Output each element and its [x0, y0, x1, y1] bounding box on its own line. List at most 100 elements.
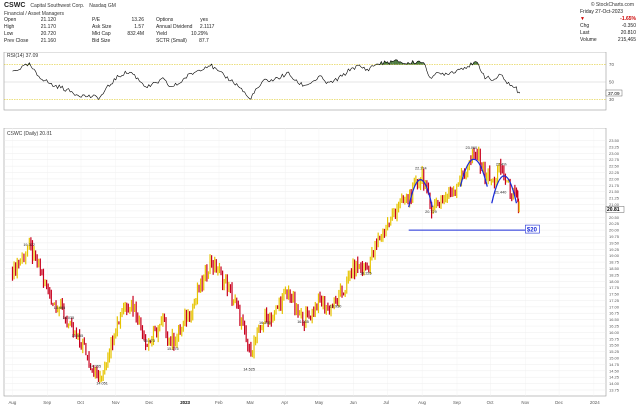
price-annotation: 15.555	[72, 334, 84, 338]
quote-right-value: 10.29%	[191, 31, 208, 37]
price-y-tick-label: 14.25	[609, 375, 620, 380]
price-y-tick-label: 14.00	[609, 381, 620, 386]
exchange: Nasdaq GM	[89, 3, 116, 9]
price-x-axis: Aug Sep Oct Nov Dec 2023 Feb Mar Apr May Jun Jul Aug…	[8, 400, 600, 405]
quote-left-row: Prev Close 21.160	[4, 38, 56, 45]
quote-col-mid3: Options yes Annual Dividend 2.1117 Yield 10.2…	[156, 17, 214, 45]
price-annotation: 14.255	[90, 365, 102, 369]
rsi-level-label: 70	[609, 62, 614, 67]
price-label: CSWC (Daily) 20.81	[7, 131, 52, 137]
quote-mid-value: 1.57	[134, 24, 144, 30]
price-y-tick-label: 22.75	[609, 157, 620, 162]
price-y-tick-label: 17.00	[609, 304, 620, 309]
quote-mid-row: Mkt Cap 832.4M	[92, 31, 144, 38]
quote-right-row: Yield 10.29%	[156, 31, 214, 38]
price-y-tick-label: 16.00	[609, 330, 620, 335]
price-y-tick-label: 14.50	[609, 368, 620, 373]
price-y-tick-label: 19.00	[609, 253, 620, 258]
price-x-tick-label: Nov	[521, 400, 530, 405]
price-annotation: 16.035	[63, 316, 75, 320]
price-annotation: 16.965	[54, 306, 66, 310]
price-y-tick-label: 18.25	[609, 272, 620, 277]
price-y-tick-label: 14.75	[609, 362, 620, 367]
price-y-tick-label: 22.25	[609, 170, 620, 175]
price-y-tick-label: 17.25	[609, 298, 620, 303]
quote-left-label: Open	[4, 17, 17, 23]
price-x-tick-label: Jul	[383, 400, 389, 405]
quote-mid-label: Ask Size	[92, 24, 112, 30]
price-badge-value: 20.81	[607, 207, 620, 213]
price-y-tick-label: 21.75	[609, 183, 620, 188]
price-x-tick-label: Aug	[418, 400, 426, 405]
price-annotation: 16.950	[330, 305, 342, 309]
quote-right-row: Options yes	[156, 17, 214, 24]
price-y-tick-label: 21.25	[609, 196, 620, 201]
price-annotation: 14.051	[96, 381, 108, 385]
volume-row: Volume 215,465	[580, 37, 636, 44]
quote-mid-label: P/E	[92, 17, 101, 23]
price-annotation: 16.255	[259, 321, 271, 325]
rsi-level-label: 30	[609, 97, 614, 102]
price-y-tick-label: 15.75	[609, 336, 620, 341]
quote-left-row: Open 21.120	[4, 17, 56, 24]
support-label: $20	[527, 228, 538, 234]
price-x-tick-label: 2023	[180, 400, 190, 405]
quote-right-label: Yield	[156, 31, 167, 37]
quote-mid-label: Bid Size	[92, 38, 111, 44]
rsi-label: RSI(14) 37.09	[7, 53, 38, 59]
quote-mid-row: Bid Size	[92, 38, 144, 45]
quote-right-value: 87.7	[199, 38, 209, 44]
quote-right-value: yes	[200, 17, 208, 23]
price-y-tick-label: 16.50	[609, 317, 620, 322]
price-x-tick-label: Sep	[453, 400, 461, 405]
quote-left-value: 21.160	[40, 38, 56, 44]
pct-change-row: ▼ -1.65%	[580, 16, 636, 23]
price-y-tick-label: 16.25	[609, 324, 620, 329]
price-x-tick-label: Apr	[281, 400, 288, 405]
chg-label: Chg	[580, 23, 590, 29]
right-quote: Friday 27-Oct-2023 ▼ -1.65% Chg -0.350 L…	[580, 9, 636, 44]
chg-row: Chg -0.350	[580, 23, 636, 30]
price-x-tick-label: May	[315, 400, 324, 405]
company-name: Capital Southwest Corp.	[30, 3, 85, 9]
price-annotation: 18.225	[360, 271, 372, 275]
price-x-tick-label: 2024	[590, 400, 600, 405]
quote-right-row: SCTR (Small) 87.7	[156, 38, 214, 45]
price-annotation: 15.473	[143, 339, 155, 343]
last-label: Last	[580, 30, 590, 36]
price-annotation: 14.525	[243, 367, 255, 371]
last-value: 20.810	[620, 30, 636, 36]
price-annotation: 21.440	[495, 191, 507, 195]
quote-right-label: SCTR (Small)	[156, 38, 187, 44]
price-annotation: 16.235	[297, 320, 309, 324]
price-annotation: 22.4%	[496, 163, 507, 167]
price-y-tick-label: 15.25	[609, 349, 620, 354]
price-y-tick-label: 20.50	[609, 215, 620, 220]
price-y-tick-label: 22.50	[609, 164, 620, 169]
price-x-tick-label: Feb	[215, 400, 223, 405]
quote-mid-value: 832.4M	[127, 31, 144, 37]
brand-logo: © StockCharts.com	[590, 2, 634, 8]
quote-left-value: 20.720	[40, 31, 56, 37]
quote-mid-label: Mkt Cap	[92, 31, 111, 37]
chg-value: -0.350	[621, 23, 636, 29]
price-panel: CSWC (Daily) 20.81 23.5023.2523.0022.752…	[3, 128, 625, 405]
ticker-header: CSWC Capital Southwest Corp. Nasdaq GM	[4, 2, 116, 9]
quote-mid-row: Ask Size 1.57	[92, 24, 144, 31]
last-row: Last 20.810	[580, 30, 636, 37]
quote-left-label: Low	[4, 31, 14, 37]
quote-date: Friday 27-Oct-2023	[580, 9, 624, 15]
price-y-tick-label: 19.50	[609, 240, 620, 245]
price-x-tick-label: Oct	[77, 400, 85, 405]
volume-label: Volume	[580, 37, 597, 43]
quote-left-row: Low 20.720	[4, 31, 56, 38]
quote-mid-value: 13.26	[131, 17, 144, 23]
price-y-tick-label: 15.00	[609, 356, 620, 361]
quote-right-value: 2.1117	[199, 24, 215, 30]
price-x-tick-label: Nov	[112, 400, 121, 405]
price-y-tick-label: 21.50	[609, 189, 620, 194]
quote-left-label: Prev Close	[4, 38, 29, 44]
price-y-tick-label: 17.75	[609, 285, 620, 290]
price-y-tick-label: 19.25	[609, 247, 620, 252]
quote-left-row: High 21.170	[4, 24, 56, 31]
